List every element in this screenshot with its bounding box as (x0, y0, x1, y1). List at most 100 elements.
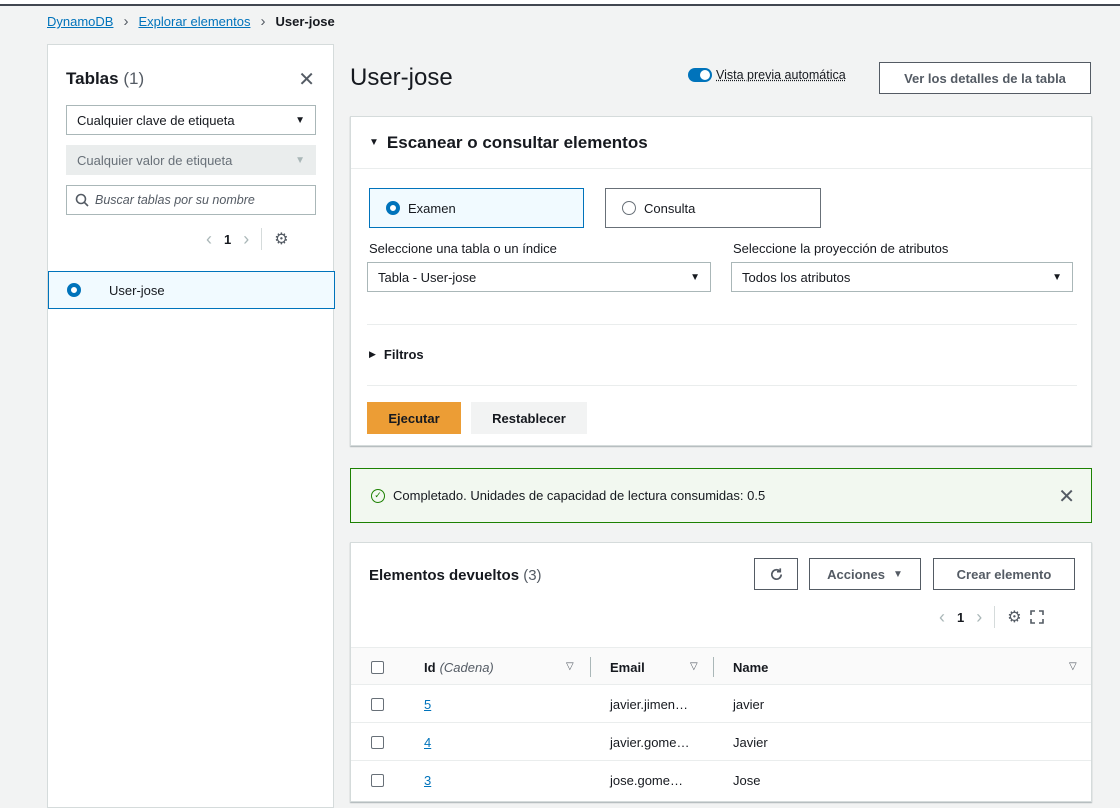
caret-down-icon: ▼ (295, 114, 305, 126)
sort-icon[interactable]: ▽ (690, 661, 698, 672)
email-cell: javier.jimen… (610, 696, 689, 712)
auto-preview-label: Vista previa automática (716, 68, 846, 82)
create-item-button[interactable]: Crear elemento (933, 558, 1075, 590)
divider (367, 385, 1077, 386)
email-cell: jose.gome… (610, 772, 683, 788)
row-checkbox[interactable] (371, 773, 384, 787)
caret-down-icon: ▼ (1052, 271, 1062, 283)
returned-items-panel: Elementos devueltos (3) Acciones ▼ Crear… (350, 542, 1092, 802)
reset-button[interactable]: Restablecer (471, 402, 587, 434)
chevron-left-icon[interactable]: ‹ (939, 607, 945, 628)
email-cell: javier.gome… (610, 734, 690, 750)
tag-value-select-value: Cualquier valor de etiqueta (77, 152, 233, 168)
table-search (66, 185, 316, 215)
caret-right-icon: ▶ (369, 349, 376, 359)
sort-icon[interactable]: ▽ (1069, 661, 1077, 672)
column-resizer[interactable] (590, 657, 591, 677)
tables-panel: Tablas (1) ✕ Cualquier clave de etiqueta… (47, 44, 335, 808)
actions-button-label: Acciones (827, 566, 885, 582)
breadcrumb: DynamoDB › Explorar elementos › User-jos… (47, 13, 335, 30)
column-resizer[interactable] (713, 657, 714, 677)
top-border (0, 0, 1120, 6)
column-header-email[interactable]: Email (610, 648, 645, 686)
success-check-icon: ✓ (371, 488, 385, 503)
id-cell: 4 (424, 723, 431, 761)
row-checkbox-cell (371, 723, 384, 761)
tables-pagination: ‹ 1 › ⚙ (206, 228, 289, 250)
caret-down-icon: ▼ (295, 154, 305, 166)
scan-mode-tile[interactable]: Examen (369, 188, 584, 228)
pagination-divider (994, 606, 996, 628)
tag-key-select-value: Cualquier clave de etiqueta (77, 112, 235, 128)
scan-query-header[interactable]: ▼ Escanear o consultar elementos (351, 117, 1091, 169)
table-row: 4 javier.gome… Javier (351, 723, 1091, 761)
tables-page-number[interactable]: 1 (224, 232, 231, 247)
tables-panel-title: Tablas (1) (66, 69, 144, 89)
gear-icon[interactable]: ⚙ (274, 229, 288, 249)
breadcrumb-explore-items[interactable]: Explorar elementos (138, 14, 250, 29)
toggle-switch[interactable] (688, 68, 712, 82)
column-header-name[interactable]: Name (733, 648, 768, 686)
projection-value: Todos los atributos (742, 269, 851, 285)
caret-down-icon: ▼ (369, 137, 379, 148)
refresh-button[interactable] (754, 558, 798, 590)
item-id-link[interactable]: 3 (424, 773, 431, 788)
tables-count: (1) (123, 69, 145, 88)
returned-items-title-label: Elementos devueltos (369, 567, 520, 584)
items-pagination: ‹ 1 › ⚙ (939, 606, 1044, 628)
page-title: User-jose (350, 64, 453, 91)
close-icon[interactable]: ✕ (298, 67, 315, 92)
id-cell: 5 (424, 685, 431, 723)
column-name-label: Name (733, 659, 769, 675)
sort-icon[interactable]: ▽ (566, 661, 574, 672)
filters-label: Filtros (383, 347, 424, 362)
query-mode-tile[interactable]: Consulta (605, 188, 821, 228)
chevron-right-icon: › (260, 13, 266, 30)
select-all-checkbox[interactable] (371, 660, 384, 674)
view-table-details-button[interactable]: Ver los detalles de la tabla (879, 62, 1091, 94)
close-icon[interactable]: ✕ (1058, 484, 1075, 509)
chevron-right-icon[interactable]: › (976, 607, 982, 628)
search-icon (75, 193, 89, 207)
item-id-link[interactable]: 4 (424, 735, 431, 750)
table-search-input[interactable] (95, 193, 305, 207)
chevron-left-icon[interactable]: ‹ (206, 229, 212, 250)
success-alert: ✓ Completado. Unidades de capacidad de l… (350, 468, 1092, 523)
row-checkbox[interactable] (371, 735, 384, 749)
select-all-checkbox-cell (371, 648, 384, 686)
caret-down-icon: ▼ (892, 568, 903, 580)
table-index-select[interactable]: Tabla - User-jose ▼ (367, 262, 711, 292)
sidebar-item-user-jose[interactable]: User-jose (48, 271, 335, 309)
scan-query-panel: ▼ Escanear o consultar elementos Examen … (350, 116, 1092, 446)
query-mode-label: Consulta (644, 200, 696, 216)
projection-label: Seleccione la proyección de atributos (733, 241, 949, 256)
radio-selected-icon (67, 283, 81, 297)
items-page-number[interactable]: 1 (957, 610, 964, 625)
column-id-label: Id (424, 659, 436, 675)
item-id-link[interactable]: 5 (424, 697, 431, 712)
scan-mode-label: Examen (408, 200, 456, 216)
breadcrumb-dynamodb[interactable]: DynamoDB (47, 14, 113, 29)
name-cell: javier (733, 696, 765, 712)
filters-toggle[interactable]: ▶ Filtros (369, 347, 424, 362)
column-header-id[interactable]: Id (Cadena) (424, 648, 494, 686)
caret-down-icon: ▼ (690, 271, 700, 283)
gear-icon[interactable]: ⚙ (1007, 607, 1021, 627)
table-row: 3 jose.gome… Jose (351, 761, 1091, 799)
fullscreen-icon[interactable] (1029, 610, 1044, 624)
projection-select[interactable]: Todos los atributos ▼ (731, 262, 1073, 292)
row-checkbox[interactable] (371, 697, 384, 711)
pagination-divider (261, 228, 263, 250)
tables-title-label: Tablas (66, 69, 119, 88)
radio-selected-icon (386, 201, 400, 215)
scan-query-title: Escanear o consultar elementos (386, 132, 648, 152)
id-cell: 3 (424, 761, 431, 799)
chevron-right-icon[interactable]: › (243, 229, 249, 250)
table-row: 5 javier.jimen… javier (351, 685, 1091, 723)
auto-preview-toggle[interactable]: Vista previa automática (688, 68, 846, 82)
alert-message: Completado. Unidades de capacidad de lec… (393, 488, 766, 503)
actions-button[interactable]: Acciones ▼ (809, 558, 921, 590)
tag-key-select[interactable]: Cualquier clave de etiqueta ▼ (66, 105, 316, 135)
run-button[interactable]: Ejecutar (367, 402, 461, 434)
radio-unselected-icon (622, 201, 636, 215)
